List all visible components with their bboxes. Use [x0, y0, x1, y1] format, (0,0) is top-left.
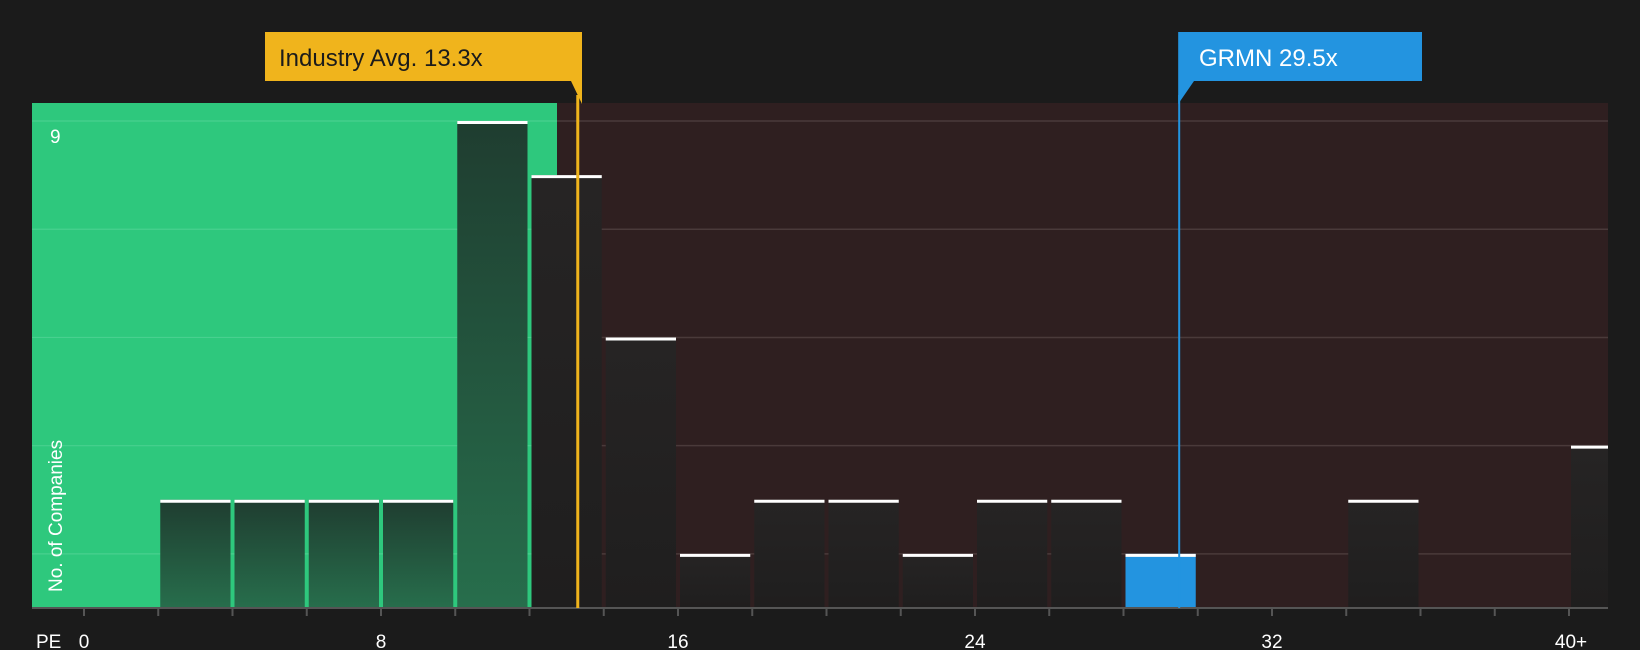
histogram-bar [383, 499, 454, 608]
company-label: GRMN 29.5x [1199, 45, 1338, 72]
industry-avg-label: Industry Avg. 13.3x [279, 45, 483, 72]
x-tick-label: 8 [376, 632, 387, 650]
x-tick-label: 0 [79, 632, 90, 650]
pe-histogram-chart: 0 8 16 24 32 40+ PE No. of Companies 9 Industry A… [32, 32, 1608, 650]
histogram-bar [902, 553, 973, 608]
y-axis-label: No. of Companies [46, 440, 67, 592]
histogram-bar [828, 499, 899, 608]
histogram-bar [531, 175, 602, 608]
histogram-bar [605, 337, 676, 608]
x-tick-label: 32 [1261, 632, 1282, 650]
histogram-bar [1348, 499, 1419, 608]
histogram-bar [457, 121, 528, 608]
histogram-bar [754, 499, 825, 608]
x-tick-label: 40+ [1555, 632, 1587, 650]
histogram-bar [977, 499, 1048, 608]
x-tick-label: 24 [964, 632, 986, 650]
x-tick-label: 16 [667, 632, 688, 650]
histogram-bar [1571, 445, 1608, 608]
y-max-label: 9 [50, 127, 61, 148]
histogram-bar [1051, 499, 1122, 608]
histogram-bar [680, 553, 751, 608]
histogram-bar [234, 499, 305, 608]
histogram-bar [1125, 553, 1196, 608]
histogram-bar [308, 499, 379, 608]
x-axis-label: PE [36, 632, 61, 650]
histogram-bar [160, 499, 231, 608]
